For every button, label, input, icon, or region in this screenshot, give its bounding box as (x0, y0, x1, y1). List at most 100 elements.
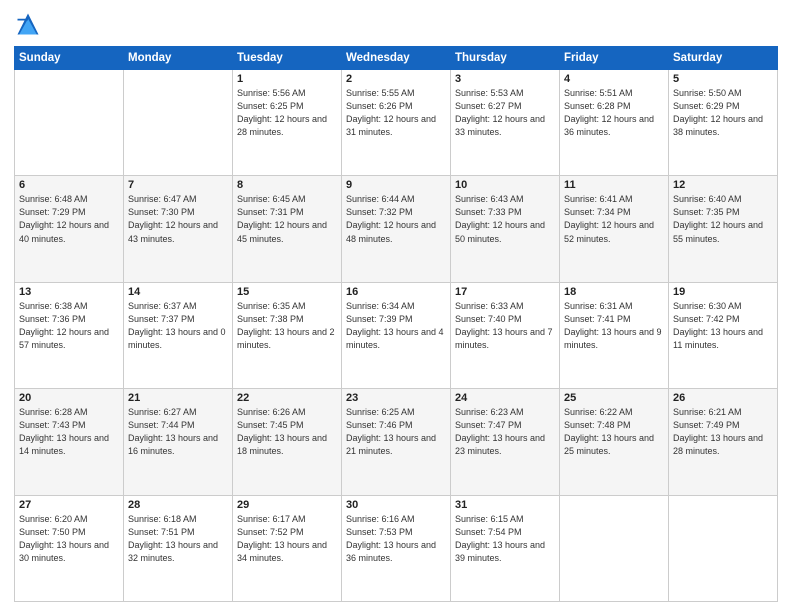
calendar-cell: 22 Sunrise: 6:26 AM Sunset: 7:45 PM Dayli… (233, 389, 342, 495)
calendar-week-row: 6 Sunrise: 6:48 AM Sunset: 7:29 PM Daylig… (15, 176, 778, 282)
day-info: Sunrise: 6:27 AM Sunset: 7:44 PM Dayligh… (128, 406, 228, 458)
calendar-cell: 9 Sunrise: 6:44 AM Sunset: 7:32 PM Daylig… (342, 176, 451, 282)
calendar-cell: 20 Sunrise: 6:28 AM Sunset: 7:43 PM Dayli… (15, 389, 124, 495)
day-number: 20 (19, 392, 119, 404)
day-number: 29 (237, 499, 337, 511)
calendar-cell (560, 495, 669, 601)
day-info: Sunrise: 5:53 AM Sunset: 6:27 PM Dayligh… (455, 87, 555, 139)
calendar-cell: 29 Sunrise: 6:17 AM Sunset: 7:52 PM Dayli… (233, 495, 342, 601)
day-info: Sunrise: 6:45 AM Sunset: 7:31 PM Dayligh… (237, 193, 337, 245)
calendar-cell: 17 Sunrise: 6:33 AM Sunset: 7:40 PM Dayli… (451, 282, 560, 388)
calendar-cell: 15 Sunrise: 6:35 AM Sunset: 7:38 PM Dayli… (233, 282, 342, 388)
day-info: Sunrise: 6:26 AM Sunset: 7:45 PM Dayligh… (237, 406, 337, 458)
calendar-day-header: Thursday (451, 47, 560, 70)
day-info: Sunrise: 6:41 AM Sunset: 7:34 PM Dayligh… (564, 193, 664, 245)
calendar-cell: 16 Sunrise: 6:34 AM Sunset: 7:39 PM Dayli… (342, 282, 451, 388)
calendar-cell: 27 Sunrise: 6:20 AM Sunset: 7:50 PM Dayli… (15, 495, 124, 601)
calendar-week-row: 20 Sunrise: 6:28 AM Sunset: 7:43 PM Dayli… (15, 389, 778, 495)
calendar-cell: 11 Sunrise: 6:41 AM Sunset: 7:34 PM Dayli… (560, 176, 669, 282)
day-info: Sunrise: 6:30 AM Sunset: 7:42 PM Dayligh… (673, 300, 773, 352)
day-info: Sunrise: 6:18 AM Sunset: 7:51 PM Dayligh… (128, 513, 228, 565)
calendar-cell: 24Sunrise: 6:23 AM Sunset: 7:47 PM Dayli… (451, 389, 560, 495)
calendar-cell: 7Sunrise: 6:47 AM Sunset: 7:30 PM Daylig… (124, 176, 233, 282)
day-info: Sunrise: 6:33 AM Sunset: 7:40 PM Dayligh… (455, 300, 555, 352)
day-info: Sunrise: 6:43 AM Sunset: 7:33 PM Dayligh… (455, 193, 555, 245)
calendar-cell (124, 70, 233, 176)
logo-icon (14, 10, 42, 38)
day-number: 31 (455, 499, 555, 511)
day-info: Sunrise: 5:50 AM Sunset: 6:29 PM Dayligh… (673, 87, 773, 139)
calendar-cell: 12 Sunrise: 6:40 AM Sunset: 7:35 PM Dayli… (669, 176, 778, 282)
calendar-cell: 14 Sunrise: 6:37 AM Sunset: 7:37 PM Dayli… (124, 282, 233, 388)
header (14, 10, 778, 38)
day-info: Sunrise: 6:37 AM Sunset: 7:37 PM Dayligh… (128, 300, 228, 352)
calendar-header-row: SundayMondayTuesdayWednesdayThursdayFrid… (15, 47, 778, 70)
calendar-cell: 8 Sunrise: 6:45 AM Sunset: 7:31 PM Daylig… (233, 176, 342, 282)
day-info: Sunrise: 5:51 AM Sunset: 6:28 PM Dayligh… (564, 87, 664, 139)
day-number: 9 (346, 179, 446, 191)
calendar-day-header: Friday (560, 47, 669, 70)
day-info: Sunrise: 6:44 AM Sunset: 7:32 PM Dayligh… (346, 193, 446, 245)
day-info: Sunrise: 6:21 AM Sunset: 7:49 PM Dayligh… (673, 406, 773, 458)
day-number: 16 (346, 286, 446, 298)
day-info: Sunrise: 6:25 AM Sunset: 7:46 PM Dayligh… (346, 406, 446, 458)
day-number: 8 (237, 179, 337, 191)
day-number: 23 (346, 392, 446, 404)
day-number: 28 (128, 499, 228, 511)
calendar-cell: 13Sunrise: 6:38 AM Sunset: 7:36 PM Dayli… (15, 282, 124, 388)
day-number: 15 (237, 286, 337, 298)
day-info: Sunrise: 6:15 AM Sunset: 7:54 PM Dayligh… (455, 513, 555, 565)
calendar-cell: 2Sunrise: 5:55 AM Sunset: 6:26 PM Daylig… (342, 70, 451, 176)
day-info: Sunrise: 6:22 AM Sunset: 7:48 PM Dayligh… (564, 406, 664, 458)
day-number: 25 (564, 392, 664, 404)
calendar-cell: 5 Sunrise: 5:50 AM Sunset: 6:29 PM Daylig… (669, 70, 778, 176)
day-number: 14 (128, 286, 228, 298)
calendar-cell: 25 Sunrise: 6:22 AM Sunset: 7:48 PM Dayli… (560, 389, 669, 495)
day-info: Sunrise: 6:17 AM Sunset: 7:52 PM Dayligh… (237, 513, 337, 565)
calendar-cell: 4 Sunrise: 5:51 AM Sunset: 6:28 PM Daylig… (560, 70, 669, 176)
day-number: 7 (128, 179, 228, 191)
day-info: Sunrise: 5:55 AM Sunset: 6:26 PM Dayligh… (346, 87, 446, 139)
day-number: 18 (564, 286, 664, 298)
day-number: 27 (19, 499, 119, 511)
calendar-week-row: 27 Sunrise: 6:20 AM Sunset: 7:50 PM Dayli… (15, 495, 778, 601)
calendar-cell: 28 Sunrise: 6:18 AM Sunset: 7:51 PM Dayli… (124, 495, 233, 601)
day-number: 17 (455, 286, 555, 298)
logo (14, 10, 46, 38)
day-info: Sunrise: 5:56 AM Sunset: 6:25 PM Dayligh… (237, 87, 337, 139)
calendar-cell: 1 Sunrise: 5:56 AM Sunset: 6:25 PM Daylig… (233, 70, 342, 176)
day-info: Sunrise: 6:38 AM Sunset: 7:36 PM Dayligh… (19, 300, 119, 352)
day-number: 22 (237, 392, 337, 404)
calendar-cell: 6 Sunrise: 6:48 AM Sunset: 7:29 PM Daylig… (15, 176, 124, 282)
day-number: 30 (346, 499, 446, 511)
day-number: 3 (455, 73, 555, 85)
calendar-day-header: Saturday (669, 47, 778, 70)
calendar-cell: 23 Sunrise: 6:25 AM Sunset: 7:46 PM Dayli… (342, 389, 451, 495)
day-number: 1 (237, 73, 337, 85)
day-info: Sunrise: 6:48 AM Sunset: 7:29 PM Dayligh… (19, 193, 119, 245)
day-number: 5 (673, 73, 773, 85)
day-number: 12 (673, 179, 773, 191)
day-info: Sunrise: 6:20 AM Sunset: 7:50 PM Dayligh… (19, 513, 119, 565)
day-info: Sunrise: 6:35 AM Sunset: 7:38 PM Dayligh… (237, 300, 337, 352)
calendar-cell: 18Sunrise: 6:31 AM Sunset: 7:41 PM Dayli… (560, 282, 669, 388)
day-info: Sunrise: 6:34 AM Sunset: 7:39 PM Dayligh… (346, 300, 446, 352)
calendar-day-header: Sunday (15, 47, 124, 70)
calendar-cell (669, 495, 778, 601)
calendar-week-row: 13Sunrise: 6:38 AM Sunset: 7:36 PM Dayli… (15, 282, 778, 388)
day-number: 24 (455, 392, 555, 404)
calendar-cell: 10Sunrise: 6:43 AM Sunset: 7:33 PM Dayli… (451, 176, 560, 282)
calendar-day-header: Wednesday (342, 47, 451, 70)
day-number: 11 (564, 179, 664, 191)
calendar-cell: 30 Sunrise: 6:16 AM Sunset: 7:53 PM Dayli… (342, 495, 451, 601)
day-info: Sunrise: 6:28 AM Sunset: 7:43 PM Dayligh… (19, 406, 119, 458)
day-info: Sunrise: 6:40 AM Sunset: 7:35 PM Dayligh… (673, 193, 773, 245)
day-info: Sunrise: 6:16 AM Sunset: 7:53 PM Dayligh… (346, 513, 446, 565)
calendar-cell: 21Sunrise: 6:27 AM Sunset: 7:44 PM Dayli… (124, 389, 233, 495)
calendar-cell (15, 70, 124, 176)
day-number: 6 (19, 179, 119, 191)
day-number: 4 (564, 73, 664, 85)
calendar-week-row: 1 Sunrise: 5:56 AM Sunset: 6:25 PM Daylig… (15, 70, 778, 176)
day-number: 19 (673, 286, 773, 298)
calendar-table: SundayMondayTuesdayWednesdayThursdayFrid… (14, 46, 778, 602)
